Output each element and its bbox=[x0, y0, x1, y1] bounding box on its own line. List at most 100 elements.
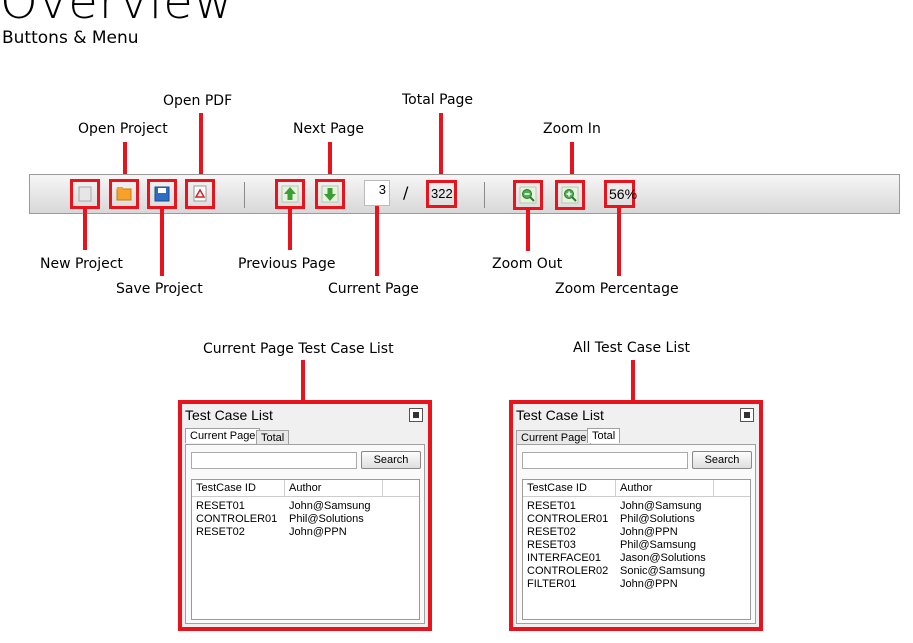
table-row[interactable]: RESET02 John@PPN bbox=[192, 526, 419, 539]
cell-testcase-id: RESET03 bbox=[527, 539, 576, 551]
column-divider bbox=[615, 480, 616, 496]
table-row[interactable]: CONTROLER01 Phil@Solutions bbox=[192, 513, 419, 526]
tab-total[interactable]: Total bbox=[256, 430, 290, 445]
floppy-disk-icon bbox=[147, 179, 177, 209]
tab-content: Search TestCase ID Author RESET01 John@Sa… bbox=[516, 444, 756, 624]
cell-testcase-id: RESET01 bbox=[196, 500, 245, 512]
search-button[interactable]: Search bbox=[692, 451, 752, 469]
open-pdf-button[interactable] bbox=[185, 179, 215, 209]
table-row[interactable]: RESET03 Phil@Samsung bbox=[523, 539, 750, 552]
callout-next-page: Next Page bbox=[293, 121, 364, 137]
zoom-in-button[interactable] bbox=[555, 180, 585, 210]
table-row[interactable]: RESET01 John@Samsung bbox=[192, 500, 419, 513]
next-page-button[interactable] bbox=[315, 179, 345, 209]
current-page-input[interactable]: 3 bbox=[364, 180, 390, 206]
connector-current-page-list bbox=[301, 360, 305, 402]
column-divider bbox=[713, 480, 714, 496]
cell-author: Phil@Solutions bbox=[620, 513, 695, 525]
column-header-author[interactable]: Author bbox=[289, 482, 321, 494]
table-row[interactable]: CONTROLER01 Phil@Solutions bbox=[523, 513, 750, 526]
zoom-percentage-value: 56% bbox=[609, 186, 638, 202]
cell-testcase-id: CONTROLER01 bbox=[196, 513, 278, 525]
connector-current-page bbox=[375, 206, 379, 276]
callout-total-page: Total Page bbox=[402, 92, 474, 108]
test-case-list: TestCase ID Author RESET01 John@Samsung C… bbox=[191, 479, 420, 620]
column-divider bbox=[284, 480, 285, 496]
tab-current-page[interactable]: Current Page bbox=[185, 428, 261, 443]
zoom-out-icon bbox=[513, 180, 543, 210]
callout-zoom-out: Zoom Out bbox=[492, 256, 563, 272]
callout-save-project: Save Project bbox=[116, 281, 203, 297]
cell-testcase-id: RESET02 bbox=[527, 526, 576, 538]
connector-total-page bbox=[439, 113, 443, 182]
list-header: TestCase ID Author bbox=[523, 480, 750, 497]
page-title: Overview bbox=[0, 0, 234, 30]
pdf-icon bbox=[185, 179, 215, 209]
zoom-out-button[interactable] bbox=[513, 180, 543, 210]
callout-zoom-in: Zoom In bbox=[543, 121, 601, 137]
panel-title: Test Case List bbox=[185, 407, 273, 423]
cell-author: John@PPN bbox=[620, 526, 678, 538]
cell-author: John@PPN bbox=[289, 526, 347, 538]
column-header-testcase-id[interactable]: TestCase ID bbox=[196, 482, 256, 494]
list-header: TestCase ID Author bbox=[192, 480, 419, 497]
arrow-up-icon bbox=[275, 179, 305, 209]
column-divider bbox=[382, 480, 383, 496]
cell-author: John@Samsung bbox=[620, 500, 702, 512]
cell-author: John@PPN bbox=[620, 578, 678, 590]
folder-icon bbox=[109, 179, 139, 209]
connector-zoom-percentage bbox=[617, 207, 621, 276]
column-header-author[interactable]: Author bbox=[620, 482, 652, 494]
callout-open-pdf: Open PDF bbox=[163, 93, 233, 109]
cell-testcase-id: CONTROLER02 bbox=[527, 565, 609, 577]
arrow-down-icon bbox=[315, 179, 345, 209]
cell-testcase-id: CONTROLER01 bbox=[527, 513, 609, 525]
panel-title: Test Case List bbox=[516, 407, 604, 423]
callout-new-project: New Project bbox=[40, 256, 123, 272]
total-pages-value: 322 bbox=[431, 186, 453, 201]
column-header-testcase-id[interactable]: TestCase ID bbox=[527, 482, 587, 494]
connector-open-pdf bbox=[199, 113, 203, 183]
tab-content: Search TestCase ID Author RESET01 John@Sa… bbox=[185, 444, 425, 624]
cell-testcase-id: RESET02 bbox=[196, 526, 245, 538]
tab-total[interactable]: Total bbox=[587, 428, 621, 443]
toolbar-divider bbox=[244, 182, 245, 208]
test-case-list: TestCase ID Author RESET01 John@Samsung C… bbox=[522, 479, 751, 620]
zoom-in-icon bbox=[555, 180, 585, 210]
current-page-test-case-panel: Test Case List Current Page Total Search… bbox=[178, 400, 432, 631]
cell-author: Phil@Solutions bbox=[289, 513, 364, 525]
connector-previous-page bbox=[288, 208, 292, 250]
all-test-case-panel: Test Case List Current Page Total Search… bbox=[509, 400, 763, 631]
save-project-button[interactable] bbox=[147, 179, 177, 209]
callout-open-project: Open Project bbox=[78, 121, 168, 137]
lock-icon[interactable] bbox=[409, 408, 423, 422]
callout-current-page-list: Current Page Test Case List bbox=[203, 341, 394, 357]
callout-current-page: Current Page bbox=[328, 281, 419, 297]
cell-testcase-id: INTERFACE01 bbox=[527, 552, 601, 564]
search-input[interactable] bbox=[522, 452, 688, 469]
table-row[interactable]: CONTROLER02 Sonic@Samsung bbox=[523, 565, 750, 578]
lock-icon[interactable] bbox=[740, 408, 754, 422]
new-project-button[interactable] bbox=[70, 179, 100, 209]
table-row[interactable]: INTERFACE01 Jason@Solutions bbox=[523, 552, 750, 565]
open-project-button[interactable] bbox=[109, 179, 139, 209]
cell-author: Sonic@Samsung bbox=[620, 565, 706, 577]
cell-author: Phil@Samsung bbox=[620, 539, 696, 551]
tab-current-page[interactable]: Current Page bbox=[516, 430, 592, 445]
connector-new-project bbox=[83, 208, 87, 250]
callout-previous-page: Previous Page bbox=[238, 256, 336, 272]
new-document-icon bbox=[70, 179, 100, 209]
cell-author: Jason@Solutions bbox=[620, 552, 706, 564]
callout-all-list: All Test Case List bbox=[573, 340, 691, 356]
cell-testcase-id: RESET01 bbox=[527, 500, 576, 512]
table-row[interactable]: FILTER01 John@PPN bbox=[523, 578, 750, 591]
toolbar-divider bbox=[484, 182, 485, 208]
table-row[interactable]: RESET02 John@PPN bbox=[523, 526, 750, 539]
search-button[interactable]: Search bbox=[361, 451, 421, 469]
table-row[interactable]: RESET01 John@Samsung bbox=[523, 500, 750, 513]
search-input[interactable] bbox=[191, 452, 357, 469]
previous-page-button[interactable] bbox=[275, 179, 305, 209]
page-subtitle: Buttons & Menu bbox=[2, 28, 139, 48]
cell-testcase-id: FILTER01 bbox=[527, 578, 577, 590]
connector-all-list bbox=[631, 360, 635, 402]
